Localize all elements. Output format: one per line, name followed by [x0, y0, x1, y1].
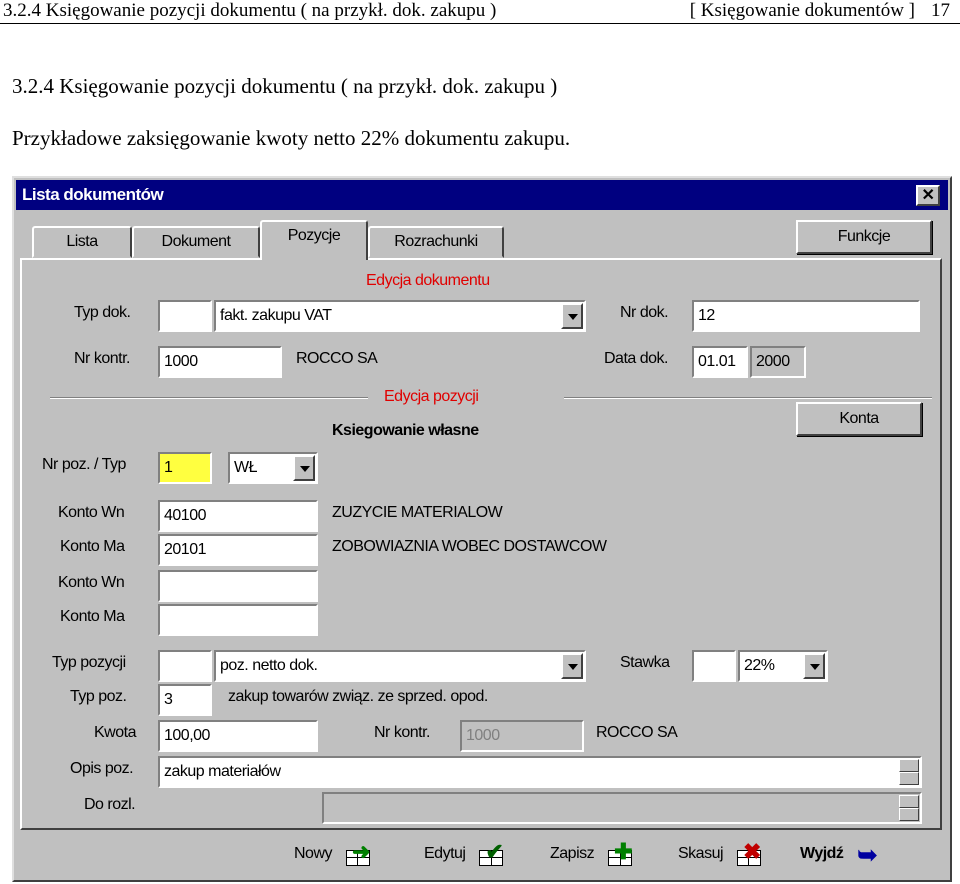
add-record-icon: ➜ — [342, 839, 374, 868]
nr-dok-label: Nr dok. — [620, 304, 669, 321]
do-rozl-label: Do rozl. — [84, 796, 136, 813]
tab-pozycje[interactable]: Pozycje — [260, 220, 368, 260]
position-nr-kontr-field: 1000 — [460, 720, 584, 752]
typ-dok-select[interactable]: fakt. zakupu VAT — [214, 300, 586, 332]
position-section-title: Edycja pozycji — [384, 388, 479, 405]
opis-value: zakup materiałów — [164, 763, 281, 780]
do-rozl-scroll[interactable] — [899, 795, 919, 821]
typ-poz-description: zakup towarów związ. ze sprzed. opod. — [228, 688, 488, 705]
typ-dok-code-field[interactable] — [158, 300, 212, 332]
window-title: Lista dokumentów — [22, 185, 164, 204]
konto-ma2-label: Konto Ma — [60, 608, 125, 625]
document-section-title: Edycja dokumentu — [366, 272, 490, 289]
section-divider-right — [564, 397, 932, 399]
window-titlebar: Lista dokumentów ✕ — [16, 180, 948, 210]
opis-scroll[interactable] — [899, 759, 919, 785]
chevron-down-icon[interactable] — [293, 455, 315, 481]
running-header-section: [ Księgowanie dokumentów ] — [689, 0, 915, 21]
edit-button-label: Edytuj — [424, 845, 466, 862]
stawka-value: 22% — [744, 657, 775, 674]
typ-pozycji-code-field[interactable] — [158, 650, 212, 682]
nr-poz-field[interactable]: 1 — [158, 452, 212, 484]
tab-dokument[interactable]: Dokument — [132, 226, 260, 258]
delete-record-icon: ✖ — [733, 839, 765, 868]
functions-button[interactable]: Funkcje — [796, 220, 932, 254]
konto-ma-label: Konto Ma — [60, 538, 125, 555]
opis-field[interactable]: zakup materiałów — [158, 756, 922, 788]
exit-button-label: Wyjdź — [800, 845, 844, 862]
konto-wn2-label: Konto Wn — [58, 574, 125, 591]
running-header-right: [ Księgowanie dokumentów ] 17 — [690, 0, 950, 22]
data-dok-year-field: 2000 — [750, 346, 806, 378]
page-number: 17 — [931, 0, 950, 21]
data-dok-label: Data dok. — [604, 350, 668, 367]
figure-caption: Przykładowe zaksięgowanie kwoty netto 22… — [12, 126, 571, 150]
edit-record-icon: ✔ — [475, 839, 507, 868]
typ-dok-label: Typ dok. — [74, 304, 131, 321]
konto-wn-label: Konto Wn — [58, 504, 125, 521]
tab-rozrachunki[interactable]: Rozrachunki — [368, 226, 504, 258]
save-record-icon: ✚ — [604, 839, 636, 868]
delete-button[interactable]: Skasuj ✖ — [678, 836, 765, 872]
typ-dok-value: fakt. zakupu VAT — [220, 307, 332, 324]
running-header: 3.2.4 Księgowanie pozycji dokumentu ( na… — [0, 0, 960, 24]
konto-wn-description: ZUZYCIE MATERIALOW — [332, 504, 503, 521]
position-subtitle: Ksiegowanie własne — [332, 422, 479, 439]
typ-pozycji-value: poz. netto dok. — [220, 657, 318, 674]
konto-ma2-field[interactable] — [158, 604, 318, 636]
nr-kontr-field[interactable]: 1000 — [158, 346, 282, 378]
chevron-down-icon[interactable] — [561, 653, 583, 679]
kwota-field[interactable]: 100,00 — [158, 720, 318, 752]
save-button[interactable]: Zapisz ✚ — [550, 836, 636, 872]
stawka-label: Stawka — [620, 654, 670, 671]
new-button[interactable]: Nowy ➜ — [294, 836, 374, 872]
konto-ma-field[interactable]: 20101 — [158, 534, 318, 566]
stawka-select[interactable]: 22% — [738, 650, 828, 682]
typ-pozycji-select[interactable]: poz. netto dok. — [214, 650, 586, 682]
do-rozl-field — [322, 792, 922, 824]
new-button-label: Nowy — [294, 845, 333, 862]
edit-button[interactable]: Edytuj ✔ — [424, 836, 507, 872]
typ-poz-field[interactable]: 3 — [158, 684, 212, 716]
section-heading: 3.2.4 Księgowanie pozycji dokumentu ( na… — [12, 74, 558, 98]
chevron-down-icon[interactable] — [803, 653, 825, 679]
konto-wn2-field[interactable] — [158, 570, 318, 602]
save-button-label: Zapisz — [550, 845, 595, 862]
section-divider-left — [50, 397, 368, 399]
typ-pozycji-label: Typ pozycji — [52, 654, 126, 671]
typ-value: WŁ — [234, 459, 258, 476]
typ-poz-label: Typ poz. — [70, 688, 127, 705]
position-nr-kontr-label: Nr kontr. — [374, 724, 430, 741]
position-contractor-name: ROCCO SA — [596, 724, 678, 741]
contractor-name: ROCCO SA — [296, 350, 378, 367]
konta-button[interactable]: Konta — [796, 402, 922, 436]
exit-button[interactable]: Wyjdź ➥ — [800, 836, 885, 872]
exit-door-icon: ➥ — [857, 841, 877, 869]
data-dok-field[interactable]: 01.01 — [692, 346, 748, 378]
stawka-code-field[interactable] — [692, 650, 736, 682]
running-header-left: 3.2.4 Księgowanie pozycji dokumentu ( na… — [3, 0, 497, 21]
konto-ma-description: ZOBOWIAZNIA WOBEC DOSTAWCOW — [332, 538, 607, 555]
nr-dok-field[interactable]: 12 — [692, 300, 920, 332]
nr-kontr-label: Nr kontr. — [74, 350, 130, 367]
kwota-label: Kwota — [94, 724, 136, 741]
opis-label: Opis poz. — [70, 760, 134, 777]
close-icon[interactable]: ✕ — [916, 185, 940, 206]
documents-window: Lista dokumentów ✕ Lista Dokument Pozycj… — [12, 176, 952, 882]
nr-poz-label: Nr poz. / Typ — [42, 456, 126, 473]
typ-select[interactable]: WŁ — [228, 452, 318, 484]
tab-lista[interactable]: Lista — [32, 226, 132, 258]
chevron-down-icon[interactable] — [561, 303, 583, 329]
delete-button-label: Skasuj — [678, 845, 724, 862]
konto-wn-field[interactable]: 40100 — [158, 500, 318, 532]
